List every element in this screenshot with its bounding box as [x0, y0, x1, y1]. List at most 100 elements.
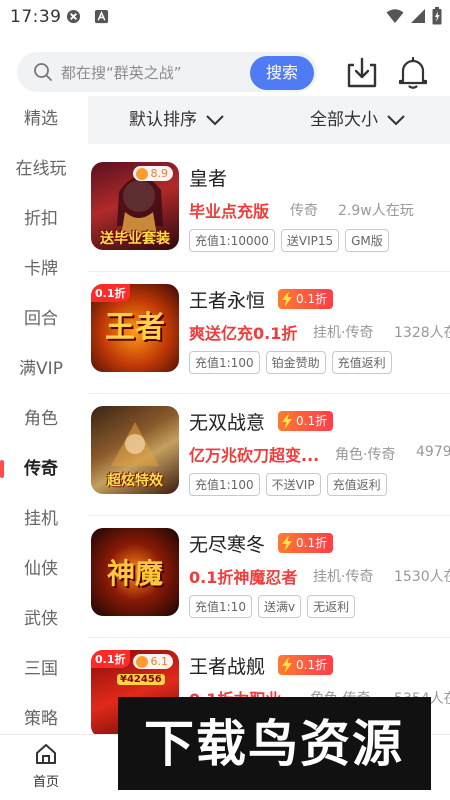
discount-value: 0.1折: [296, 658, 328, 672]
game-item[interactable]: 王者 0.1折 王者永恒 0.1折 爽送亿充0.1折 挂机·传奇 1328人在 …: [88, 272, 450, 394]
game-tag: 充值1:10000: [189, 229, 275, 252]
sidebar-item-three-kingdoms[interactable]: 三国: [0, 654, 88, 684]
game-players: 2.9w人在玩: [338, 203, 414, 219]
game-category: 传奇: [290, 203, 318, 219]
lightning-icon: [282, 291, 292, 307]
chevron-down-icon: [206, 115, 224, 126]
sort-filter-label: 默认排序: [129, 110, 197, 130]
game-tag: 无返利: [307, 595, 356, 618]
game-icon: 神魔: [91, 528, 179, 616]
game-category: 角色·传奇: [335, 447, 396, 463]
rating-value: 6.1: [150, 655, 169, 668]
sidebar-item-wuxia[interactable]: 武侠: [0, 604, 88, 634]
game-title: 王者永恒: [189, 290, 266, 312]
icon-price-strip: ¥42456: [117, 674, 165, 685]
game-promo: 爽送亿充0.1折: [189, 324, 298, 343]
game-icon: 超炫特效: [91, 406, 179, 494]
game-promo: 毕业点充版: [189, 202, 270, 221]
game-icon: 8.9 送毕业套装: [91, 162, 179, 250]
discount-value: 0.1折: [296, 536, 328, 550]
download-icon[interactable]: [345, 56, 379, 90]
sidebar-item-idle[interactable]: 挂机: [0, 504, 88, 534]
wifi-icon: [386, 9, 404, 23]
icon-glyph-text: 神魔: [106, 557, 163, 590]
chevron-down-icon: [387, 115, 405, 126]
lightning-icon: [282, 535, 292, 551]
game-players: 4979: [416, 444, 450, 460]
rating-badge: 6.1: [132, 654, 173, 669]
nav-home[interactable]: 首页: [20, 743, 72, 790]
lightning-icon: [282, 657, 292, 673]
game-players: 1328人在: [394, 325, 450, 341]
sidebar-item-discount[interactable]: 折扣: [0, 204, 88, 234]
search-button[interactable]: 搜索: [250, 56, 314, 90]
game-tag: 充值返利: [326, 473, 387, 496]
search-icon: [34, 63, 52, 81]
game-tags: 充值1:10000 送VIP15 GM版: [189, 229, 389, 252]
watermark-logo: 下载鸟资源: [144, 715, 404, 773]
game-players: 1530人在: [394, 569, 450, 585]
game-tag: 送VIP15: [280, 229, 340, 252]
rating-value: 8.9: [150, 167, 169, 180]
icon-glyph-text: 王者: [105, 310, 165, 345]
sidebar-item-legend[interactable]: 传奇: [0, 454, 88, 484]
discount-badge: 0.1折: [278, 655, 334, 675]
game-tag: 送满v: [257, 595, 302, 618]
nav-home-label: 首页: [32, 775, 59, 790]
icon-corner-badge: 0.1折: [91, 284, 130, 302]
filter-bar: 默认排序 全部大小: [88, 96, 450, 144]
game-tags: 充值1:100 铂金赞助 充值返利: [189, 351, 392, 374]
game-tags: 充值1:10 送满v 无返利: [189, 595, 356, 618]
size-filter[interactable]: 全部大小: [310, 96, 406, 144]
sidebar-item-strategy[interactable]: 策略: [0, 704, 88, 734]
discount-badge: 0.1折: [278, 289, 334, 309]
battery-icon: [432, 7, 442, 25]
game-tag: 充值1:100: [189, 473, 260, 496]
status-time: 17:39: [10, 7, 62, 27]
size-filter-label: 全部大小: [310, 110, 378, 130]
sort-filter[interactable]: 默认排序: [129, 96, 225, 144]
game-item[interactable]: 神魔 无尽寒冬 0.1折 0.1折神魔忍者 挂机·传奇 1530人在 充值1:1…: [88, 516, 450, 638]
game-promo: 0.1折神魔忍者: [189, 568, 298, 587]
game-list: 8.9 送毕业套装 皇者 毕业点充版 传奇 2.9w人在玩 充值1:10000 …: [88, 150, 450, 740]
home-icon: [36, 744, 56, 764]
game-category: 挂机·传奇: [313, 325, 374, 341]
game-item[interactable]: 超炫特效 无双战意 0.1折 亿万兆砍刀超变... 角色·传奇 4979 充值1…: [88, 394, 450, 516]
lightning-icon: [282, 413, 292, 429]
signal-icon: [411, 9, 425, 23]
notification-close-icon: [66, 9, 81, 24]
discount-value: 0.1折: [296, 292, 328, 306]
game-category: 挂机·传奇: [313, 569, 374, 585]
game-tag: 充值返利: [331, 351, 392, 374]
watermark-overlay: 下载鸟资源: [118, 697, 431, 790]
icon-banner-text: 送毕业套装: [100, 231, 170, 247]
game-tag: 充值1:100: [189, 351, 260, 374]
game-title: 王者战舰: [189, 656, 266, 678]
search-placeholder: 都在搜“群英之战”: [61, 64, 182, 82]
sidebar-item-online[interactable]: 在线玩: [0, 154, 88, 184]
icon-banner-text: 超炫特效: [107, 473, 163, 489]
game-tag: 不送VIP: [265, 473, 321, 496]
bell-icon[interactable]: [397, 56, 429, 90]
notification-app-icon: [94, 9, 109, 24]
game-promo: 亿万兆砍刀超变...: [189, 446, 320, 465]
svg-text:下载鸟资源: 下载鸟资源: [144, 715, 404, 773]
icon-corner-badge: 0.1折: [91, 650, 130, 668]
sidebar-item-turn-based[interactable]: 回合: [0, 304, 88, 334]
rating-badge: 8.9: [132, 166, 173, 181]
sidebar-item-rpg[interactable]: 角色: [0, 404, 88, 434]
discount-value: 0.1折: [296, 414, 328, 428]
category-sidebar: 精选 在线玩 折扣 卡牌 回合 满VIP 角色 传奇 挂机 仙侠 武侠 三国 策…: [0, 94, 88, 734]
sidebar-item-full-vip[interactable]: 满VIP: [0, 354, 88, 384]
game-tags: 充值1:100 不送VIP 充值返利: [189, 473, 387, 496]
sidebar-item-xianxia[interactable]: 仙侠: [0, 554, 88, 584]
game-tag: 铂金赞助: [265, 351, 326, 374]
game-tag: 充值1:10: [189, 595, 252, 618]
status-bar: 17:39: [0, 0, 450, 34]
game-title: 皇者: [189, 168, 228, 190]
game-icon: 王者 0.1折: [91, 284, 179, 372]
game-item[interactable]: 8.9 送毕业套装 皇者 毕业点充版 传奇 2.9w人在玩 充值1:10000 …: [88, 150, 450, 272]
game-title: 无双战意: [189, 412, 266, 434]
sidebar-item-featured[interactable]: 精选: [0, 104, 88, 134]
sidebar-item-card[interactable]: 卡牌: [0, 254, 88, 284]
